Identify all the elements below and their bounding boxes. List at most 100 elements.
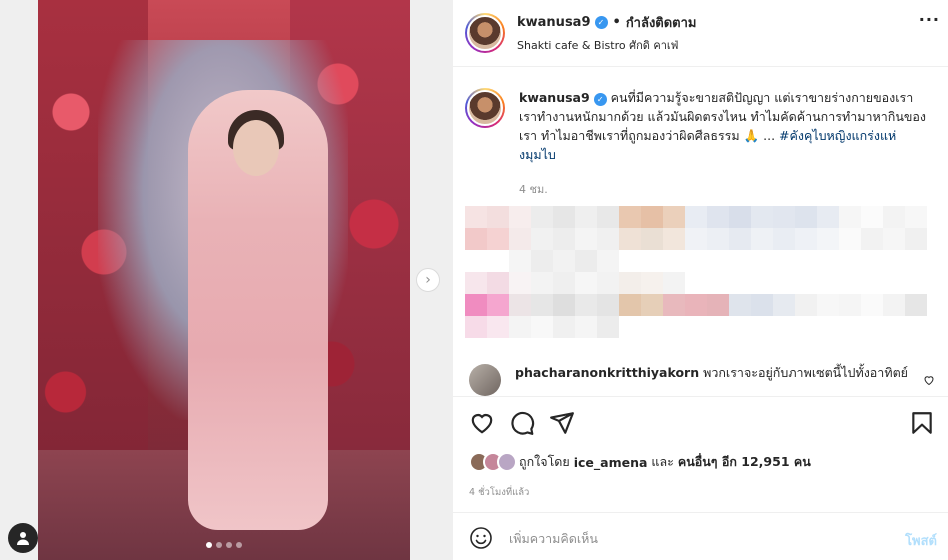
caption-time: 4 ชม. — [519, 183, 548, 196]
emoji-icon[interactable] — [469, 526, 493, 550]
censor-pixel — [487, 316, 509, 338]
censor-pixel — [905, 294, 927, 316]
censor-pixel — [487, 272, 509, 294]
post-timestamp: 4 ชั่วโมงที่แล้ว — [469, 487, 530, 498]
censor-pixel — [597, 250, 619, 272]
comment-input[interactable] — [509, 525, 869, 551]
censor-pixel — [729, 228, 751, 250]
censor-pixel — [597, 228, 619, 250]
censor-pixel — [861, 206, 883, 228]
censor-pixel — [773, 294, 795, 316]
censor-pixel — [575, 250, 597, 272]
caption-username[interactable]: kwanusa9 — [519, 90, 590, 105]
caption-author-avatar[interactable] — [465, 88, 505, 128]
carousel-next-button[interactable]: › — [416, 268, 440, 292]
censor-pixel — [465, 316, 487, 338]
censor-pixel — [553, 272, 575, 294]
censor-pixel — [531, 228, 553, 250]
censor-pixel — [509, 228, 531, 250]
censor-pixel — [531, 294, 553, 316]
censor-pixel — [509, 294, 531, 316]
censor-pixel — [509, 316, 531, 338]
carousel-dot — [226, 542, 232, 548]
censor-pixel — [509, 272, 531, 294]
censor-pixel — [773, 228, 795, 250]
censor-pixel — [839, 206, 861, 228]
censor-pixel — [641, 294, 663, 316]
censor-pixel — [641, 228, 663, 250]
censor-pixel — [619, 206, 641, 228]
commenter-avatar[interactable] — [469, 364, 501, 396]
censor-pixel — [663, 294, 685, 316]
censor-pixel — [509, 206, 531, 228]
comment-bubble-icon[interactable] — [509, 410, 535, 436]
verified-badge-icon: ✓ — [593, 93, 607, 106]
censor-pixel — [553, 228, 575, 250]
censor-pixel — [883, 228, 905, 250]
commenter-username[interactable]: phacharanonkritthiyakorn — [515, 365, 699, 380]
post-comment-button[interactable]: โพสต์ — [905, 530, 937, 551]
censor-pixel — [685, 206, 707, 228]
author-username[interactable]: kwanusa9 — [517, 15, 591, 30]
post-location[interactable]: Shakti cafe & Bistro ศักดิ คาเฟ่ — [517, 36, 697, 54]
censor-pixel — [751, 206, 773, 228]
censor-pixel — [707, 294, 729, 316]
likes-summary: ถูกใจโดย ice_amena และ คนอื่นๆ อีก 12,95… — [469, 452, 811, 472]
censor-pixel — [575, 228, 597, 250]
censor-pixel — [575, 206, 597, 228]
censor-pixel — [707, 206, 729, 228]
censor-pixel — [839, 228, 861, 250]
carousel-indicator — [38, 542, 410, 548]
carousel-dot — [216, 542, 222, 548]
like-heart-icon[interactable] — [469, 410, 495, 436]
censor-pixel — [883, 294, 905, 316]
verified-badge-icon: ✓ — [594, 16, 608, 29]
profile-button[interactable] — [8, 523, 38, 553]
censor-pixel — [795, 206, 817, 228]
censor-pixel — [663, 206, 685, 228]
censor-pixel — [465, 206, 487, 228]
comment-like-icon[interactable] — [923, 374, 935, 386]
instagram-post-view: › kwanusa9 ✓ • กำลังติดตาม Shakti cafe &… — [0, 0, 948, 560]
add-comment-bar: โพสต์ — [453, 512, 948, 560]
comment-item: phacharanonkritthiyakorn พวกเราจะอยู่กับ… — [469, 364, 939, 396]
liker-username[interactable]: ice_amena — [574, 455, 648, 470]
likes-others-link[interactable]: คนอื่นๆ อีก 12,951 คน — [678, 452, 811, 472]
censor-pixel — [861, 228, 883, 250]
censor-pixel — [531, 206, 553, 228]
author-avatar[interactable] — [465, 13, 505, 53]
post-caption: kwanusa9 ✓ คนที่มีความรู้จะขายสติปัญญา แต… — [465, 88, 937, 164]
censor-pixel — [553, 250, 575, 272]
censor-pixel — [795, 228, 817, 250]
divider — [453, 66, 948, 67]
censor-pixel — [905, 206, 927, 228]
censor-pixel — [531, 272, 553, 294]
censor-pixel — [619, 294, 641, 316]
follow-status-button[interactable]: กำลังติดตาม — [626, 12, 697, 33]
censor-pixel — [707, 228, 729, 250]
censor-pixel — [817, 206, 839, 228]
censor-pixel — [685, 228, 707, 250]
censor-pixel — [839, 294, 861, 316]
censor-pixel — [597, 316, 619, 338]
post-photo[interactable] — [38, 0, 410, 560]
post-actions — [469, 410, 935, 438]
censor-pixel — [465, 272, 487, 294]
censor-pixel — [729, 206, 751, 228]
more-options-button[interactable]: ··· — [919, 10, 940, 29]
chevron-right-icon: › — [425, 272, 431, 288]
censor-pixel — [597, 294, 619, 316]
likes-prefix: ถูกใจโดย — [519, 454, 570, 469]
censor-pixel — [597, 272, 619, 294]
censor-pixel — [905, 228, 927, 250]
carousel-dot — [236, 542, 242, 548]
liker-avatars[interactable] — [469, 452, 517, 472]
censor-pixel — [531, 316, 553, 338]
share-send-icon[interactable] — [549, 410, 575, 436]
censor-pixel — [597, 206, 619, 228]
censor-pixel — [641, 206, 663, 228]
censor-pixel — [509, 250, 531, 272]
post-header: kwanusa9 ✓ • กำลังติดตาม Shakti cafe & B… — [465, 12, 937, 54]
censor-pixel — [663, 272, 685, 294]
save-bookmark-icon[interactable] — [909, 410, 935, 436]
